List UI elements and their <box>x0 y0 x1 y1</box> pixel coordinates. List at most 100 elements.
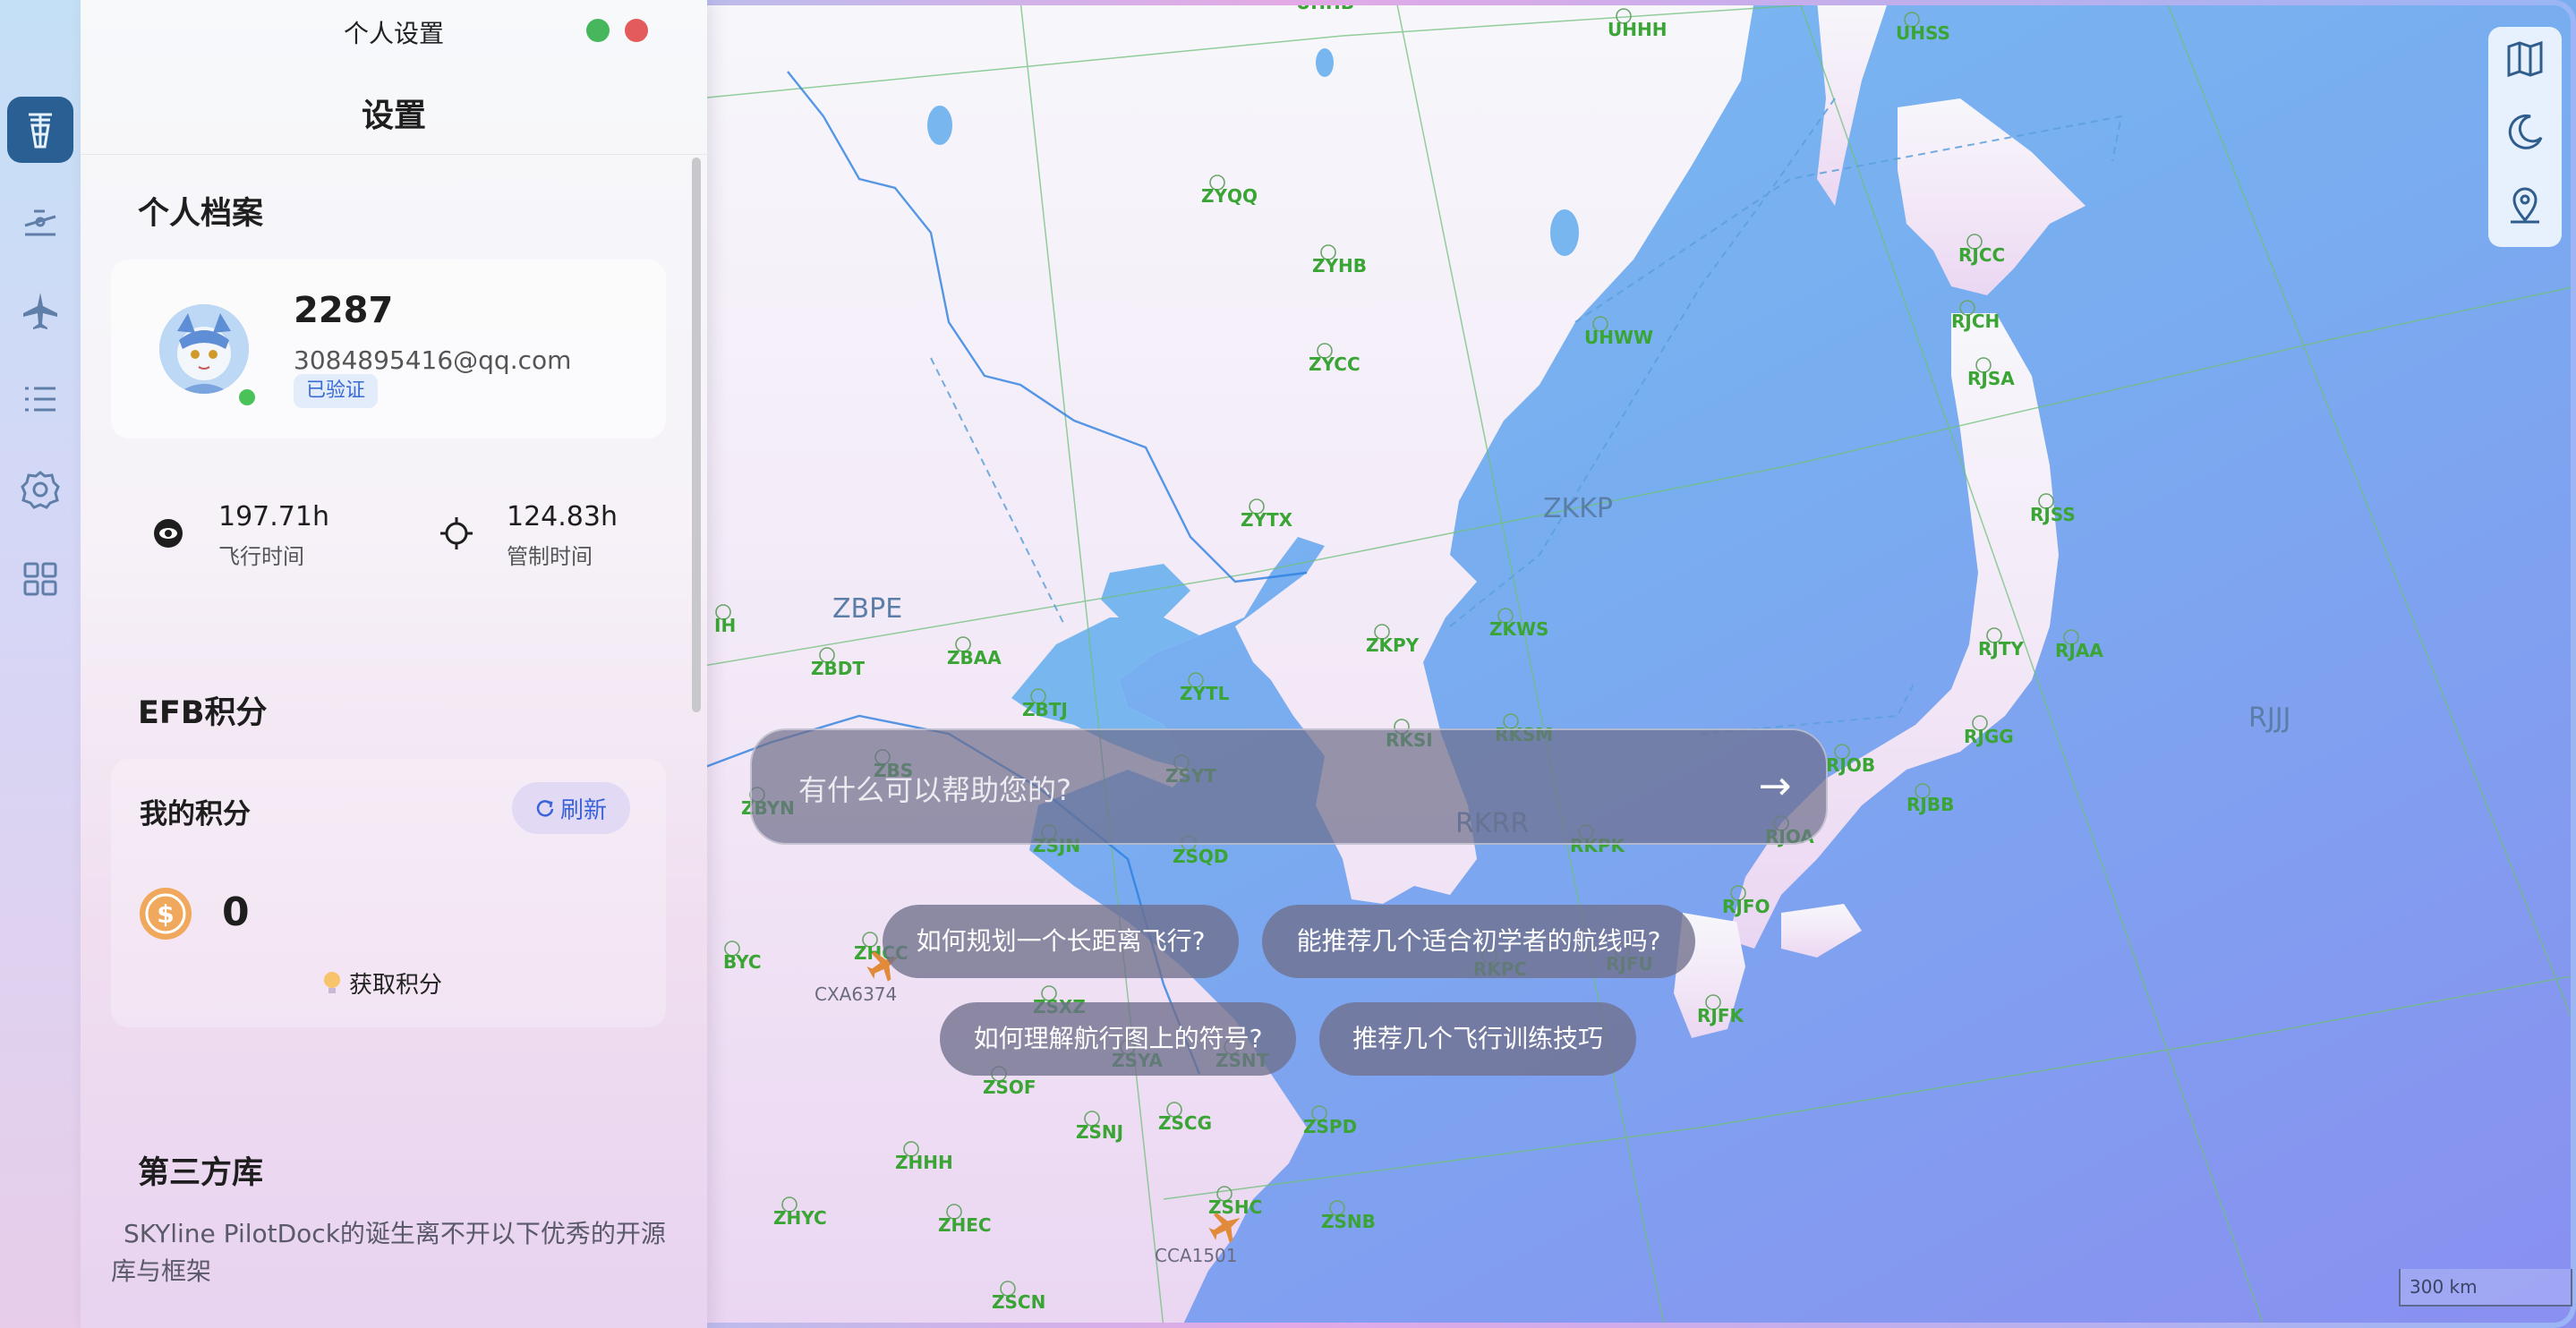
thirdparty-description: SKYline PilotDock的诞生离不开以下优秀的开源库与框架 <box>111 1219 666 1286</box>
airport-label: RJCH <box>1951 311 2000 332</box>
rail-tower-button[interactable] <box>7 97 73 163</box>
airport-label: ZBTJ <box>1022 699 1068 720</box>
airport-icon <box>24 209 56 236</box>
thirdparty-section-title: 第三方库 <box>138 1155 264 1191</box>
rail-settings-button[interactable] <box>7 456 73 523</box>
suggestion-chip[interactable]: 推荐几个飞行训练技巧 <box>1319 1002 1636 1076</box>
airport-label: ZKPY <box>1366 634 1420 656</box>
airport-label: ZSNJ <box>1076 1121 1123 1143</box>
lightbulb-icon <box>324 971 340 993</box>
map-tools <box>2488 27 2562 247</box>
user-name: 2287 <box>294 290 394 331</box>
airport-label: RJSA <box>1967 368 2015 389</box>
airport-label: RJSS <box>2030 504 2076 525</box>
refresh-label: 刷新 <box>559 796 607 824</box>
earn-points-label: 获取积分 <box>349 972 443 999</box>
points-section-title: EFB积分 <box>138 695 268 731</box>
airport-label: ZSQD <box>1173 846 1229 867</box>
panel-titlebar[interactable]: 个人设置 <box>81 0 707 63</box>
panel-heading: 设置 <box>361 98 426 134</box>
airport-label: IH <box>714 615 736 636</box>
airport-label: RJCC <box>1958 244 2005 266</box>
airport-label: UHWW <box>1584 327 1653 348</box>
avatar[interactable] <box>159 304 249 394</box>
airport-label: ZHEC <box>938 1214 992 1236</box>
airport-label: ZYHB <box>1312 255 1367 277</box>
airport-label: UHHH <box>1608 19 1667 40</box>
location-pin-icon[interactable] <box>2503 184 2546 227</box>
airport-label: RJAA <box>2055 640 2103 661</box>
flight-time-value: 197.71h <box>218 501 329 532</box>
flight-time-label: 飞行时间 <box>218 544 304 569</box>
airport-label: ZHYC <box>773 1207 827 1229</box>
airport-label: RJBB <box>1906 794 1954 815</box>
points-card-title: 我的积分 <box>140 798 251 830</box>
profile-card: 2287 3084895416@qq.com 已验证 <box>111 260 666 438</box>
rail-airport-button[interactable] <box>7 188 73 254</box>
send-arrow-icon[interactable]: → <box>1744 755 1806 818</box>
fir-label: ZBPE <box>832 593 902 625</box>
rail-apps-button[interactable] <box>7 546 73 612</box>
airport-label: BYC <box>723 951 762 973</box>
navigation-rail <box>0 0 81 1328</box>
airport-label: ZYTL <box>1180 683 1230 704</box>
airport-label: ZYQQ <box>1201 185 1258 207</box>
coin-icon: $ <box>140 888 192 940</box>
profile-section-title: 个人档案 <box>138 196 264 232</box>
refresh-button[interactable]: 刷新 <box>512 782 630 834</box>
close-button[interactable] <box>625 19 648 42</box>
svg-text:$: $ <box>157 899 174 929</box>
map-icon[interactable] <box>2503 38 2546 81</box>
airport-label: ZSCN <box>992 1291 1045 1313</box>
airplane-icon <box>23 293 57 329</box>
atc-time-label: 管制时间 <box>507 544 593 569</box>
rail-list-button[interactable] <box>7 367 73 433</box>
suggestion-chip[interactable]: 如何规划一个长距离飞行? <box>883 905 1239 978</box>
eye-icon <box>154 519 183 548</box>
airport-label: RJOB <box>1826 754 1875 776</box>
settings-panel: 个人设置 设置 个人档案 2287 3084895416@qq.com 已验证 … <box>81 0 707 1328</box>
airport-label: ZKWS <box>1489 618 1548 640</box>
airport-label: ZSOF <box>983 1077 1036 1098</box>
airport-label: ZBDT <box>811 658 865 679</box>
atc-time-value: 124.83h <box>507 501 618 532</box>
assistant-input[interactable]: 有什么可以帮助您的? <box>798 768 1071 809</box>
airport-label: ZYCC <box>1309 353 1361 375</box>
suggestion-chip[interactable]: 能推荐几个适合初学者的航线吗? <box>1262 905 1695 978</box>
airport-label: ZSNB <box>1321 1211 1376 1232</box>
grid-icon <box>23 562 57 596</box>
user-email: 3084895416@qq.com <box>294 345 572 375</box>
airport-label: RJFO <box>1722 896 1770 917</box>
points-value: 0 <box>222 890 250 935</box>
avatar-image <box>159 304 249 394</box>
airport-label: ZHHH <box>895 1152 953 1173</box>
moon-icon[interactable] <box>2503 111 2546 154</box>
airport-label: ZBAA <box>947 647 1002 668</box>
airport-label: ZSPD <box>1303 1116 1357 1137</box>
scrollbar[interactable] <box>692 157 701 712</box>
fir-label: RJJJ <box>2248 702 2290 734</box>
airport-label: ZYTX <box>1241 509 1293 531</box>
suggestion-chip[interactable]: 如何理解航行图上的符号? <box>940 1002 1296 1076</box>
tower-icon <box>29 113 52 149</box>
flight-callsign: CXA6374 <box>815 983 897 1005</box>
window-title: 个人设置 <box>343 19 444 48</box>
gear-icon <box>21 471 60 509</box>
online-status-dot <box>236 387 258 408</box>
fir-label: ZKKP <box>1543 493 1613 524</box>
airport-label: RJGG <box>1964 726 2014 747</box>
rail-flights-button[interactable] <box>7 277 73 344</box>
airport-label: RJFK <box>1697 1005 1745 1026</box>
airport-label: ZSCG <box>1158 1112 1212 1134</box>
app-window: UHHB UHHH UHSS ZYQQ ZYHB ZYCC UHWW RJCC RJCH RJSA… <box>0 0 2576 1328</box>
maximize-button[interactable] <box>586 19 610 42</box>
airport-label: RJTY <box>1978 638 2024 660</box>
assistant-input-bar[interactable]: 有什么可以帮助您的? → <box>750 728 1828 845</box>
flight-callsign: CCA1501 <box>1155 1245 1238 1266</box>
earn-points-link[interactable]: 获取积分 <box>320 966 442 1000</box>
refresh-icon <box>536 800 554 817</box>
list-icon <box>25 387 55 412</box>
map-scale: 300 km <box>2399 1269 2572 1307</box>
verified-badge: 已验证 <box>294 374 379 408</box>
airport-label: UHSS <box>1896 22 1950 44</box>
